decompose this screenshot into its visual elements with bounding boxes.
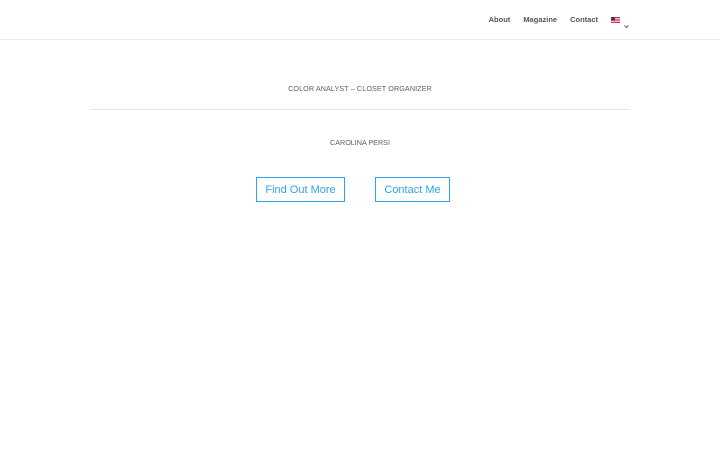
hero-divider	[90, 109, 630, 110]
nav-link-magazine[interactable]: Magazine	[523, 14, 557, 26]
hero-name: CAROLINA PERSI	[330, 138, 390, 147]
nav-link-about[interactable]: About	[489, 14, 511, 26]
find-out-more-button[interactable]: Find Out More	[256, 177, 345, 202]
hero-subtitle: COLOR ANALYST – CLOSET ORGANIZER	[288, 84, 432, 93]
nav-link-contact[interactable]: Contact	[570, 14, 598, 26]
contact-me-button[interactable]: Contact Me	[375, 177, 450, 202]
site-header: About Magazine Contact	[0, 0, 720, 40]
chevron-down-icon	[623, 17, 630, 28]
main-nav: About Magazine Contact	[476, 14, 630, 28]
language-switcher[interactable]	[611, 14, 630, 28]
us-flag-icon	[611, 17, 620, 23]
